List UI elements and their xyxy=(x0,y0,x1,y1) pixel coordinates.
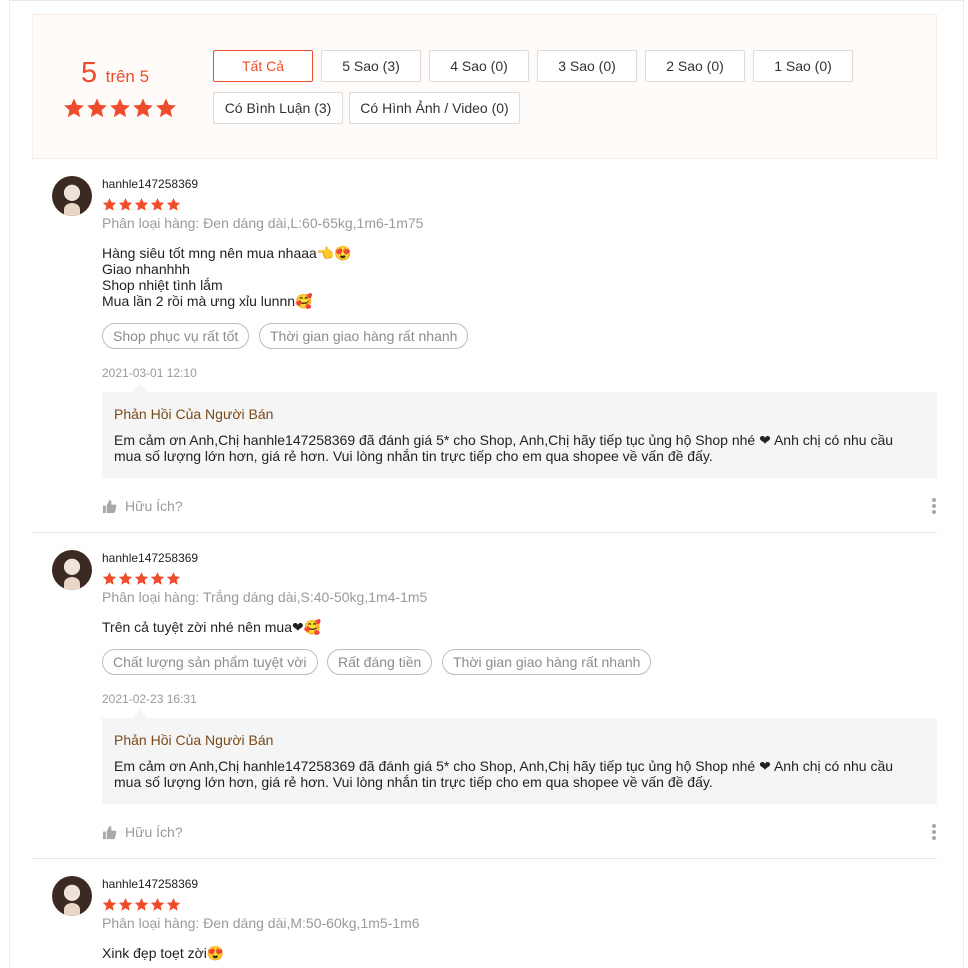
review-divider xyxy=(32,858,937,859)
review-variant: Phân loại hàng: Trắng dáng dài,S:40-50kg… xyxy=(102,589,428,605)
filter-1-star[interactable]: 1 Sao (0) xyxy=(753,50,853,82)
more-options-icon[interactable] xyxy=(931,824,937,840)
star-icon xyxy=(133,98,153,118)
review-stars xyxy=(102,897,181,912)
star-icon xyxy=(166,897,181,911)
star-icon xyxy=(102,571,117,585)
review-comment: Xink đẹp toẹt zời😍 xyxy=(102,945,225,961)
filter-with-media[interactable]: Có Hình Ảnh / Video (0) xyxy=(349,92,520,124)
star-icon xyxy=(166,571,181,585)
review-stars xyxy=(102,571,181,586)
review-comment: Trên cả tuyệt zời nhé nên mua❤🥰 xyxy=(102,619,322,635)
seller-reply-title: Phản Hồi Của Người Bán xyxy=(114,732,274,748)
review-variant: Phân loại hàng: Đen dáng dài,L:60-65kg,1… xyxy=(102,215,424,231)
review-tag: Shop phục vụ rất tốt xyxy=(102,323,250,349)
filter-4-star[interactable]: 4 Sao (0) xyxy=(429,50,529,82)
star-icon xyxy=(134,571,149,585)
star-icon xyxy=(64,98,84,118)
average-stars xyxy=(63,97,177,119)
frame-top-border xyxy=(9,0,964,1)
thumbs-up-icon xyxy=(102,499,117,513)
filter-with-comment[interactable]: Có Bình Luận (3) xyxy=(213,92,343,124)
avatar[interactable] xyxy=(52,176,92,216)
helpful-button[interactable]: Hữu Ích? xyxy=(102,824,183,840)
avatar[interactable] xyxy=(52,550,92,590)
star-icon xyxy=(102,197,117,211)
review-variant: Phân loại hàng: Đen dáng dài,M:50-60kg,1… xyxy=(102,915,420,931)
star-icon xyxy=(156,98,176,118)
filter-3-star[interactable]: 3 Sao (0) xyxy=(537,50,637,82)
helpful-label: Hữu Ích? xyxy=(125,824,183,840)
thumbs-up-icon xyxy=(102,825,117,839)
review-username: hanhle147258369 xyxy=(102,877,199,891)
review-date: 2021-03-01 12:10 xyxy=(102,366,197,380)
star-icon xyxy=(118,197,133,211)
star-icon xyxy=(118,897,133,911)
helpful-label: Hữu Ích? xyxy=(125,498,183,514)
review-tag: Rất đáng tiền xyxy=(327,649,433,675)
star-icon xyxy=(102,897,117,911)
frame-left-border xyxy=(9,0,10,968)
average-score: 5 trên 5 xyxy=(81,57,149,90)
review-date: 2021-02-23 16:31 xyxy=(102,692,197,706)
avatar[interactable] xyxy=(52,876,92,916)
star-icon xyxy=(118,571,133,585)
star-icon xyxy=(150,897,165,911)
review-tag: Chất lượng sản phẩm tuyệt vời xyxy=(102,649,318,675)
filter-5-star[interactable]: 5 Sao (3) xyxy=(321,50,421,82)
review-stars xyxy=(102,197,181,212)
review-tag: Thời gian giao hàng rất nhanh xyxy=(442,649,652,675)
average-score-value: 5 xyxy=(81,57,98,89)
average-score-suffix: trên 5 xyxy=(105,67,150,86)
review-divider xyxy=(32,532,937,533)
star-icon xyxy=(134,897,149,911)
more-options-icon[interactable] xyxy=(931,498,937,514)
seller-reply-title: Phản Hồi Của Người Bán xyxy=(114,406,274,422)
rating-overview: 5 trên 5 Tất Cả 5 Sao (3) 4 Sao (0) 3 Sa… xyxy=(32,14,937,159)
review-tag: Thời gian giao hàng rất nhanh xyxy=(259,323,469,349)
helpful-button[interactable]: Hữu Ích? xyxy=(102,498,183,514)
filter-2-star[interactable]: 2 Sao (0) xyxy=(645,50,745,82)
frame-right-border xyxy=(963,0,964,968)
star-icon xyxy=(134,197,149,211)
star-icon xyxy=(166,197,181,211)
star-icon xyxy=(150,571,165,585)
seller-reply: Phản Hồi Của Người Bán Em cảm ơn Anh,Chị… xyxy=(102,384,937,478)
review-username: hanhle147258369 xyxy=(102,177,199,191)
star-icon xyxy=(110,98,130,118)
seller-reply-text: Em cảm ơn Anh,Chị hanhle147258369 đã đán… xyxy=(114,758,894,790)
star-icon xyxy=(87,98,107,118)
review-username: hanhle147258369 xyxy=(102,551,199,565)
seller-reply: Phản Hồi Của Người Bán Em cảm ơn Anh,Chị… xyxy=(102,710,937,804)
filter-all[interactable]: Tất Cả xyxy=(213,50,313,82)
review-comment: Hàng siêu tốt mng nên mua nhaaa👈😍 Giao n… xyxy=(102,245,352,309)
seller-reply-text: Em cảm ơn Anh,Chị hanhle147258369 đã đán… xyxy=(114,432,894,464)
star-icon xyxy=(150,197,165,211)
